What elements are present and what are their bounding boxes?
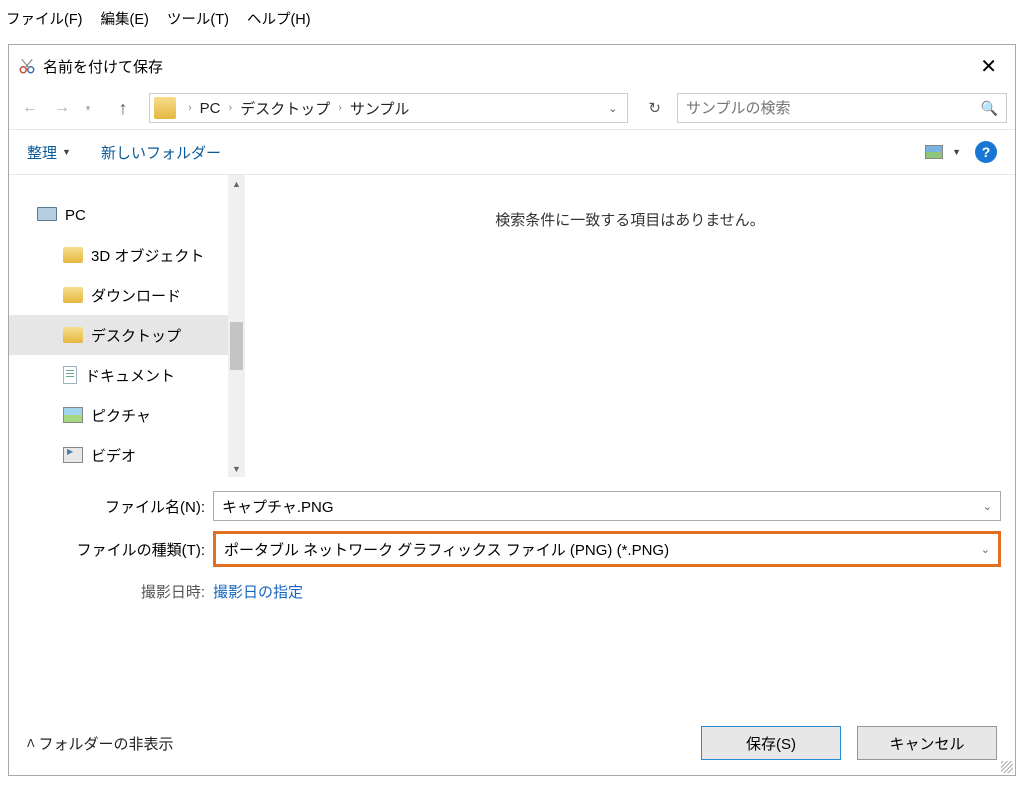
nav-up-button[interactable]: ↑ <box>111 96 135 120</box>
tree-label: ドキュメント <box>85 365 175 386</box>
picture-icon <box>925 145 943 159</box>
folder-tree[interactable]: PC 3D オブジェクト ダウンロード デスクトップ ドキュメント <box>9 175 245 477</box>
filetype-label: ファイルの種類(T): <box>23 539 213 560</box>
nav-back-button[interactable]: ← <box>17 95 43 121</box>
toolbar: 整理▼ 新しいフォルダー ▼ ? <box>9 129 1015 175</box>
tree-label: デスクトップ <box>91 325 181 346</box>
search-icon[interactable]: 🔍 <box>981 100 998 117</box>
file-list-pane: 検索条件に一致する項目はありません。 <box>245 175 1015 477</box>
hide-folders-toggle[interactable]: ᐱ フォルダーの非表示 <box>27 733 174 754</box>
menu-help[interactable]: ヘルプ(H) <box>247 12 311 28</box>
crumb-sep-icon: › <box>182 102 198 114</box>
dialog-footer: ᐱ フォルダーの非表示 保存(S) キャンセル <box>9 711 1015 775</box>
caret-down-icon: ▼ <box>952 147 961 157</box>
folder-icon <box>63 247 83 263</box>
cancel-button[interactable]: キャンセル <box>857 726 997 760</box>
tree-item-downloads[interactable]: ダウンロード <box>9 275 245 315</box>
crumb-sep-icon: › <box>332 102 348 114</box>
folder-icon <box>154 97 176 119</box>
menu-file[interactable]: ファイル(F) <box>6 12 83 28</box>
tree-label: ダウンロード <box>91 285 181 306</box>
document-icon <box>63 366 77 384</box>
tree-item-videos[interactable]: ビデオ <box>9 435 245 475</box>
crumb-sep-icon: › <box>223 102 239 114</box>
search-box[interactable]: 🔍 <box>677 93 1007 123</box>
crumb-pc[interactable]: PC <box>198 100 223 117</box>
caret-down-icon: ▼ <box>62 147 71 157</box>
menu-tool[interactable]: ツール(T) <box>167 12 229 28</box>
filetype-highlight: ポータブル ネットワーク グラフィックス ファイル (PNG) (*.PNG) … <box>213 531 1001 567</box>
tree-item-pictures[interactable]: ピクチャ <box>9 395 245 435</box>
picture-icon <box>63 407 83 423</box>
date-taken-label: 撮影日時: <box>23 581 213 602</box>
folder-icon <box>63 327 83 343</box>
title-bar: 名前を付けて保存 ✕ <box>9 45 1015 87</box>
nav-forward-button[interactable]: → <box>49 95 75 121</box>
nav-recent-dropdown[interactable]: ▾ <box>81 95 95 121</box>
tree-item-documents[interactable]: ドキュメント <box>9 355 245 395</box>
body-row: PC 3D オブジェクト ダウンロード デスクトップ ドキュメント <box>9 175 1015 477</box>
dropdown-icon[interactable]: ⌄ <box>983 500 992 513</box>
view-mode-button[interactable]: ▼ <box>925 145 961 159</box>
tree-item-desktop[interactable]: デスクトップ <box>9 315 245 355</box>
scroll-thumb[interactable] <box>230 322 243 370</box>
help-button[interactable]: ? <box>975 141 997 163</box>
chevron-up-icon: ᐱ <box>27 737 35 750</box>
folder-icon <box>63 287 83 303</box>
filetype-select[interactable]: ポータブル ネットワーク グラフィックス ファイル (PNG) (*.PNG) … <box>216 534 998 564</box>
pc-icon <box>37 207 57 223</box>
new-folder-button[interactable]: 新しいフォルダー <box>101 142 221 163</box>
date-taken-link[interactable]: 撮影日の指定 <box>213 584 303 601</box>
address-dropdown[interactable]: ⌄ <box>602 102 623 115</box>
dialog-title: 名前を付けて保存 <box>43 56 970 77</box>
refresh-button[interactable]: ↻ <box>638 99 671 117</box>
tree-label: ビデオ <box>91 445 136 466</box>
video-icon <box>63 447 83 463</box>
tree-label: ピクチャ <box>91 405 151 426</box>
tree-label: PC <box>65 207 86 224</box>
scroll-down-icon[interactable]: ▼ <box>228 460 245 477</box>
form-area: ファイル名(N): キャプチャ.PNG ⌄ ファイルの種類(T): ポータブル … <box>9 477 1015 602</box>
save-as-dialog: 名前を付けて保存 ✕ ← → ▾ ↑ › PC › デスクトップ › サンプル … <box>8 44 1016 776</box>
address-bar[interactable]: › PC › デスクトップ › サンプル ⌄ <box>149 93 628 123</box>
scroll-up-icon[interactable]: ▲ <box>228 175 245 192</box>
tree-root-pc[interactable]: PC <box>9 195 245 235</box>
organize-button[interactable]: 整理▼ <box>27 142 71 163</box>
dropdown-icon[interactable]: ⌄ <box>981 543 990 556</box>
filename-input[interactable]: キャプチャ.PNG ⌄ <box>213 491 1001 521</box>
snipping-tool-icon <box>17 56 37 76</box>
filename-label: ファイル名(N): <box>23 496 213 517</box>
tree-label: 3D オブジェクト <box>91 245 204 266</box>
app-menubar[interactable]: ファイル(F) 編集(E) ツール(T) ヘルプ(H) <box>0 0 1024 39</box>
menu-edit[interactable]: 編集(E) <box>101 12 149 28</box>
resize-grip[interactable] <box>1001 761 1013 773</box>
crumb-desktop[interactable]: デスクトップ <box>238 98 332 119</box>
search-input[interactable] <box>686 100 981 117</box>
empty-message: 検索条件に一致する項目はありません。 <box>495 209 765 477</box>
tree-scrollbar[interactable]: ▲ ▼ <box>228 175 245 477</box>
close-button[interactable]: ✕ <box>970 50 1007 83</box>
nav-row: ← → ▾ ↑ › PC › デスクトップ › サンプル ⌄ ↻ 🔍 <box>9 87 1015 129</box>
crumb-sample[interactable]: サンプル <box>348 98 412 119</box>
save-button[interactable]: 保存(S) <box>701 726 841 760</box>
tree-item-3d[interactable]: 3D オブジェクト <box>9 235 245 275</box>
